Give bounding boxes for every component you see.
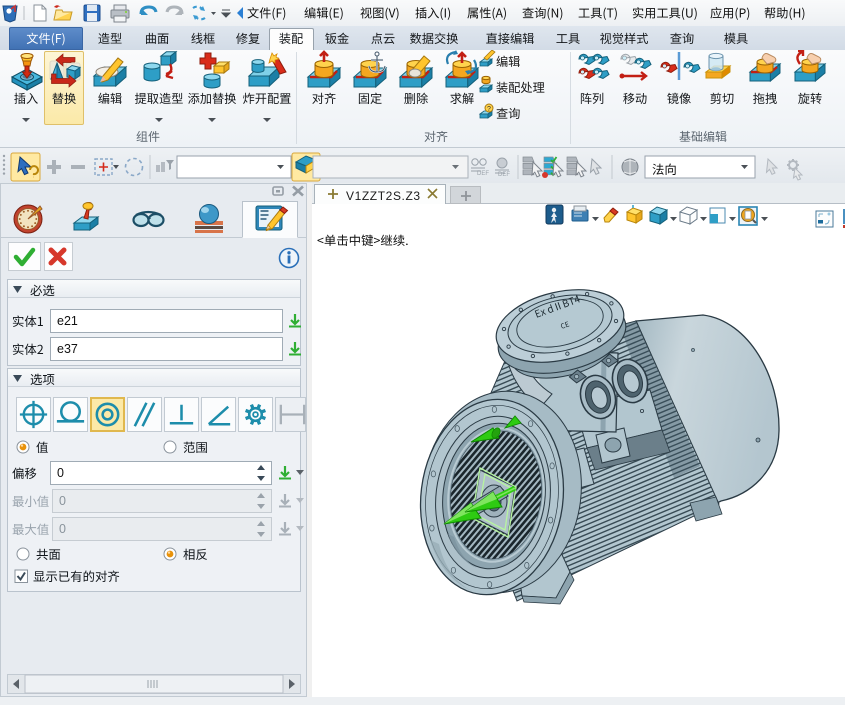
- svg-text:DEF: DEF: [498, 172, 510, 178]
- svg-text:?: ?: [487, 106, 491, 113]
- svg-text:DEF: DEF: [477, 171, 489, 177]
